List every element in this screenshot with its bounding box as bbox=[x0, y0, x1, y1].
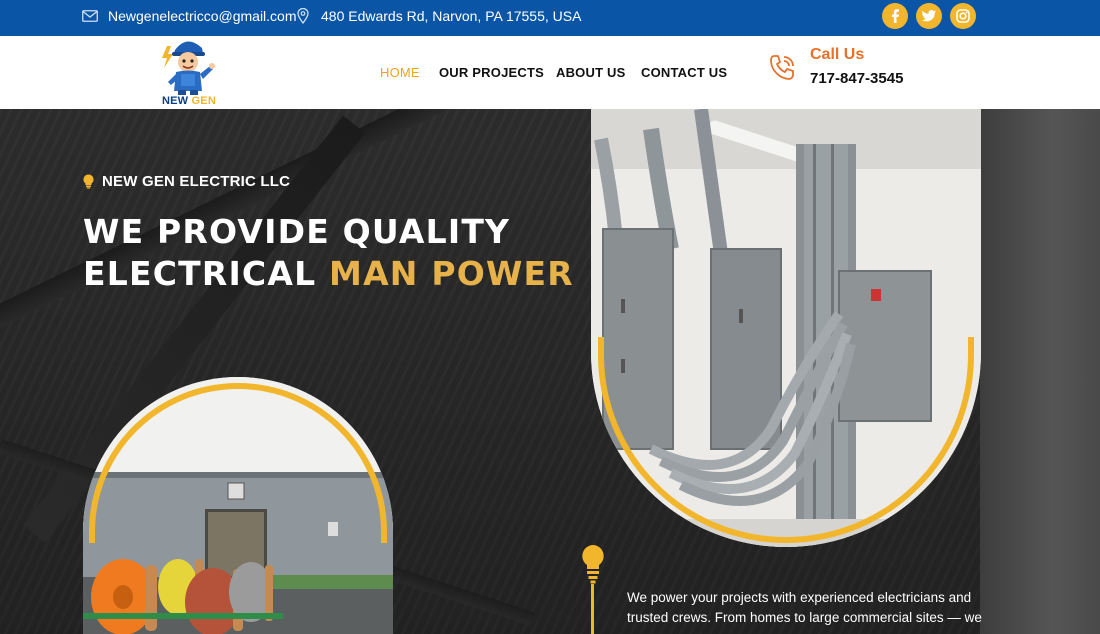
lightbulb-icon bbox=[582, 545, 604, 584]
facebook-icon[interactable] bbox=[882, 3, 908, 29]
hero-headline: WE PROVIDE QUALITY ELECTRICAL MAN POWER bbox=[83, 211, 574, 295]
map-pin-icon bbox=[297, 8, 309, 24]
address-text: 480 Edwards Rd, Narvon, PA 17555, USA bbox=[321, 8, 582, 24]
nav-home[interactable]: HOME bbox=[380, 65, 420, 80]
mail-icon bbox=[82, 10, 98, 22]
decorative-vertical-line bbox=[591, 584, 594, 634]
hero-description: We power your projects with experienced … bbox=[627, 590, 982, 625]
hero-section: NEW GEN ELECTRIC LLC WE PROVIDE QUALITY … bbox=[0, 109, 1100, 634]
nav-our-projects[interactable]: OUR PROJECTS bbox=[439, 65, 544, 80]
headline-line-2-white: ELECTRICAL bbox=[83, 254, 317, 293]
logo-word-gen: GEN bbox=[191, 95, 216, 107]
email-text[interactable]: Newgenelectricco@gmail.com bbox=[108, 8, 297, 24]
site-header: NEW GEN HOME OUR PROJECTS ABOUT US CONTA… bbox=[0, 36, 1100, 109]
instagram-icon[interactable] bbox=[950, 3, 976, 29]
eyebrow-text: NEW GEN ELECTRIC LLC bbox=[102, 173, 291, 190]
headline-line-2-accent: MAN POWER bbox=[329, 254, 574, 293]
logo-wordmark[interactable]: NEW GEN bbox=[162, 95, 216, 107]
call-us-label: Call Us bbox=[810, 46, 865, 63]
email-contact[interactable]: Newgenelectricco@gmail.com bbox=[82, 0, 297, 32]
company-eyebrow: NEW GEN ELECTRIC LLC bbox=[83, 173, 290, 190]
lightbulb-icon bbox=[83, 174, 94, 189]
nav-contact-us[interactable]: CONTACT US bbox=[641, 65, 727, 80]
wall-decoration bbox=[980, 109, 1100, 634]
phone-icon bbox=[770, 55, 794, 80]
nav-about-us[interactable]: ABOUT US bbox=[556, 65, 626, 80]
address-contact: 480 Edwards Rd, Narvon, PA 17555, USA bbox=[297, 0, 581, 32]
twitter-icon[interactable] bbox=[916, 3, 942, 29]
logo-word-new: NEW bbox=[162, 95, 189, 107]
top-bar: Newgenelectricco@gmail.com 480 Edwards R… bbox=[0, 0, 1100, 36]
decorative-arch-ring bbox=[598, 337, 974, 543]
headline-line-1: WE PROVIDE QUALITY bbox=[83, 212, 511, 251]
phone-number-link[interactable]: 717-847-3545 bbox=[810, 70, 903, 87]
